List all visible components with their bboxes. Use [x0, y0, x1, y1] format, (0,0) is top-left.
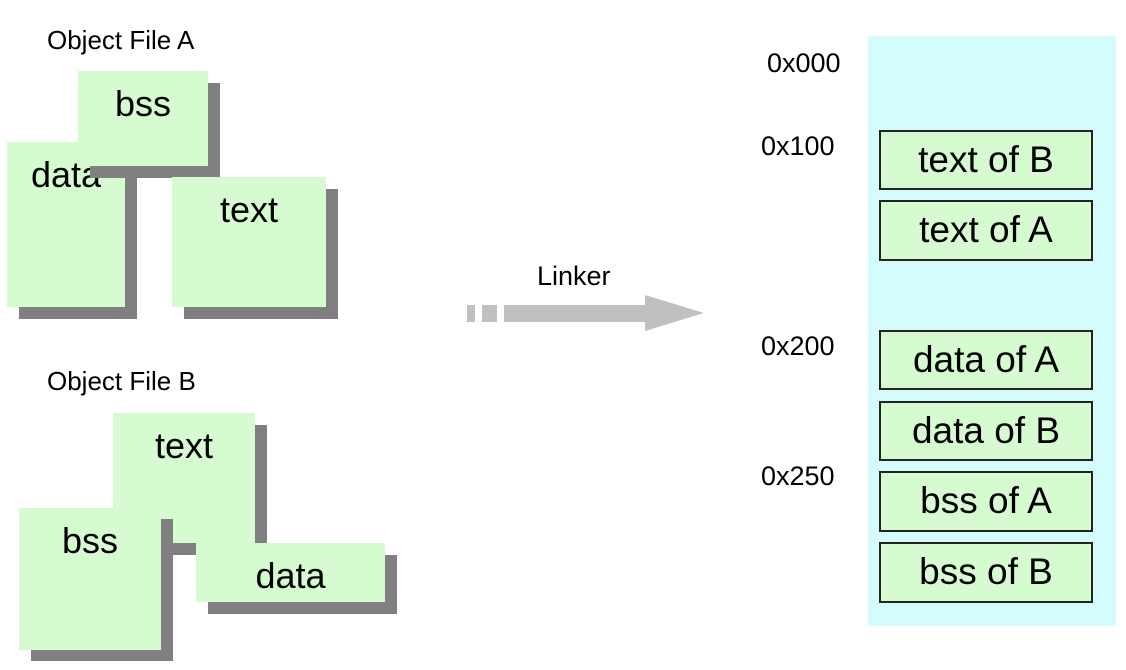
address-0x000: 0x000: [767, 48, 841, 78]
address-0x200: 0x200: [761, 331, 835, 361]
memory-segment-text-of-b: text of B: [879, 130, 1093, 190]
memory-segment-bss-of-a: bss of A: [879, 471, 1093, 532]
object-file-b-title: Object File B: [47, 366, 196, 396]
memory-segment-bss-of-b: bss of B: [879, 542, 1093, 603]
object-file-a-title: Object File A: [47, 25, 195, 55]
object-a-text-section: text: [172, 177, 326, 307]
address-0x100: 0x100: [761, 131, 835, 161]
memory-segment-data-of-b: data of B: [879, 401, 1093, 461]
memory-segment-data-of-a: data of A: [879, 330, 1093, 390]
object-a-bss-section: bss: [78, 71, 208, 166]
arrow-shaft: [504, 305, 646, 322]
arrow-dash-1: [467, 305, 475, 322]
object-b-text-label: text: [154, 425, 214, 466]
arrow-head-icon: [645, 295, 704, 331]
object-a-bss-label: bss: [114, 83, 172, 124]
memory-segment-text-of-a: text of A: [879, 200, 1093, 261]
object-b-bss-section: bss: [19, 508, 161, 650]
object-b-bss-label: bss: [61, 520, 119, 561]
object-b-data-label: data: [255, 555, 326, 596]
arrow-dash-2: [482, 305, 497, 322]
object-b-data-section: data: [196, 543, 385, 602]
address-0x250: 0x250: [761, 461, 835, 491]
object-a-text-label: text: [219, 189, 279, 230]
linker-label: Linker: [537, 261, 611, 291]
